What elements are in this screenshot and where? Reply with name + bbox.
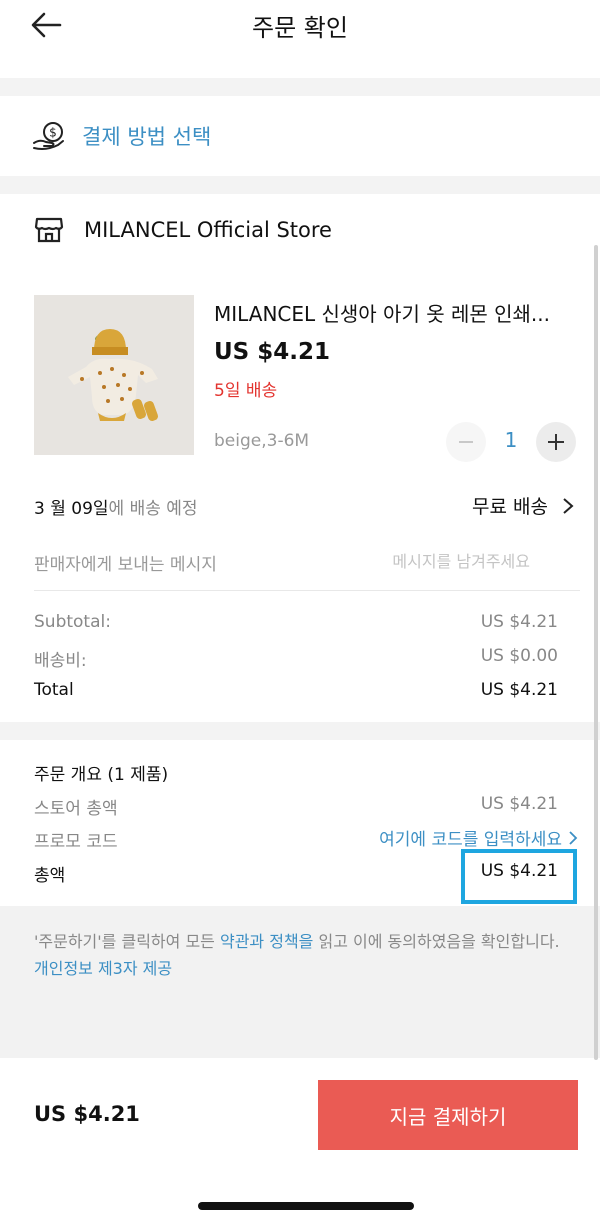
product-image[interactable]	[34, 295, 194, 455]
section-gap	[0, 78, 600, 96]
section-gap	[0, 176, 600, 194]
top-nav-bar: 주문 확인	[0, 0, 600, 78]
store-order-card: MILANCEL Official Store MILANCEL 신생아 아기 …	[0, 194, 600, 722]
subtotal-label: Subtotal:	[34, 612, 111, 632]
promo-code-label: 프로모 코드	[34, 832, 118, 852]
store-amount-label: 스토어 총액	[34, 799, 118, 819]
minus-icon	[459, 441, 473, 443]
promo-code-link[interactable]: 여기에 코드를 입력하세요	[379, 825, 578, 850]
seller-message-row: 판매자에게 보내는 메시지	[34, 546, 580, 576]
svg-text:$: $	[49, 126, 57, 140]
pay-now-button[interactable]: 지금 결제하기	[318, 1080, 578, 1150]
store-name: MILANCEL Official Store	[84, 218, 332, 242]
store-amount-row: 스토어 총액 US $4.21	[34, 794, 558, 819]
privacy-third-party-link[interactable]: 개인정보 제3자 제공	[34, 955, 574, 982]
shipping-method-label: 무료 배송	[472, 496, 548, 518]
delivery-estimate-badge: 5일 배송	[214, 381, 278, 401]
shipping-fee-label: 배송비:	[34, 651, 87, 671]
chevron-right-icon	[569, 830, 578, 845]
product-price: US $4.21	[214, 339, 330, 365]
payment-hand-coin-icon: $	[33, 122, 64, 150]
grand-total-highlight-box	[461, 849, 577, 904]
store-total-row: Total US $4.21	[34, 680, 558, 704]
shipping-date: 3 월 09일에 배송 예정	[34, 494, 198, 519]
increase-quantity-button[interactable]	[536, 422, 576, 462]
order-summary-card: 주문 개요 (1 제품) 스토어 총액 US $4.21 프로모 코드 여기에 …	[0, 740, 600, 904]
chevron-right-icon	[563, 497, 574, 514]
seller-message-label: 판매자에게 보내는 메시지	[34, 555, 217, 575]
shipping-method[interactable]: 무료 배송	[472, 492, 574, 519]
promo-code-link-text: 여기에 코드를 입력하세요	[379, 830, 562, 850]
store-header[interactable]: MILANCEL Official Store	[34, 216, 332, 244]
product-title[interactable]: MILANCEL 신생아 아기 옷 레몬 인쇄...	[214, 298, 570, 327]
divider	[34, 590, 580, 591]
subtotal-row: Subtotal: US $4.21	[34, 612, 558, 636]
page-title: 주문 확인	[252, 14, 348, 42]
scrollbar[interactable]	[594, 245, 598, 1060]
section-gap	[0, 722, 600, 740]
shipping-fee-value: US $0.00	[480, 646, 558, 666]
terms-section: '주문하기'를 클릭하여 모든 약관과 정책을 읽고 이에 동의하였음을 확인합…	[0, 906, 600, 1058]
terms-suffix: 읽고 이에 동의하였음을 확인합니다.	[313, 932, 560, 951]
terms-prefix: '주문하기'를 클릭하여 모든	[34, 932, 220, 951]
quantity-value: 1	[504, 428, 518, 452]
payment-method-row[interactable]: $ 결제 방법 선택	[0, 96, 600, 176]
subtotal-value: US $4.21	[480, 612, 558, 632]
product-variant: beige,3-6M	[214, 431, 310, 451]
shipping-date-value: 3 월 09일	[34, 499, 109, 519]
store-total-label: Total	[34, 680, 74, 700]
order-summary-title: 주문 개요 (1 제품)	[34, 765, 169, 785]
terms-text: '주문하기'를 클릭하여 모든 약관과 정책을 읽고 이에 동의하였음을 확인합…	[34, 928, 574, 982]
store-total-value: US $4.21	[480, 680, 558, 700]
checkout-bar: US $4.21 지금 결제하기	[0, 1058, 600, 1210]
store-amount-value: US $4.21	[480, 794, 558, 814]
decrease-quantity-button[interactable]	[446, 422, 486, 462]
home-indicator	[198, 1202, 414, 1210]
product-photo-illustration	[34, 295, 194, 455]
plus-icon	[548, 434, 564, 450]
checkout-total: US $4.21	[34, 1102, 140, 1126]
store-icon	[34, 217, 64, 243]
shipping-row[interactable]: 3 월 09일에 배송 예정 무료 배송	[34, 492, 580, 520]
terms-policy-link[interactable]: 약관과 정책을	[220, 932, 313, 951]
shipping-date-suffix: 에 배송 예정	[108, 499, 198, 519]
grand-total-label: 총액	[34, 866, 66, 886]
quantity-stepper: 1	[446, 422, 576, 462]
payment-method-label: 결제 방법 선택	[82, 125, 212, 149]
shipping-fee-row: 배송비: US $0.00	[34, 646, 558, 671]
seller-message-input[interactable]	[320, 546, 530, 576]
